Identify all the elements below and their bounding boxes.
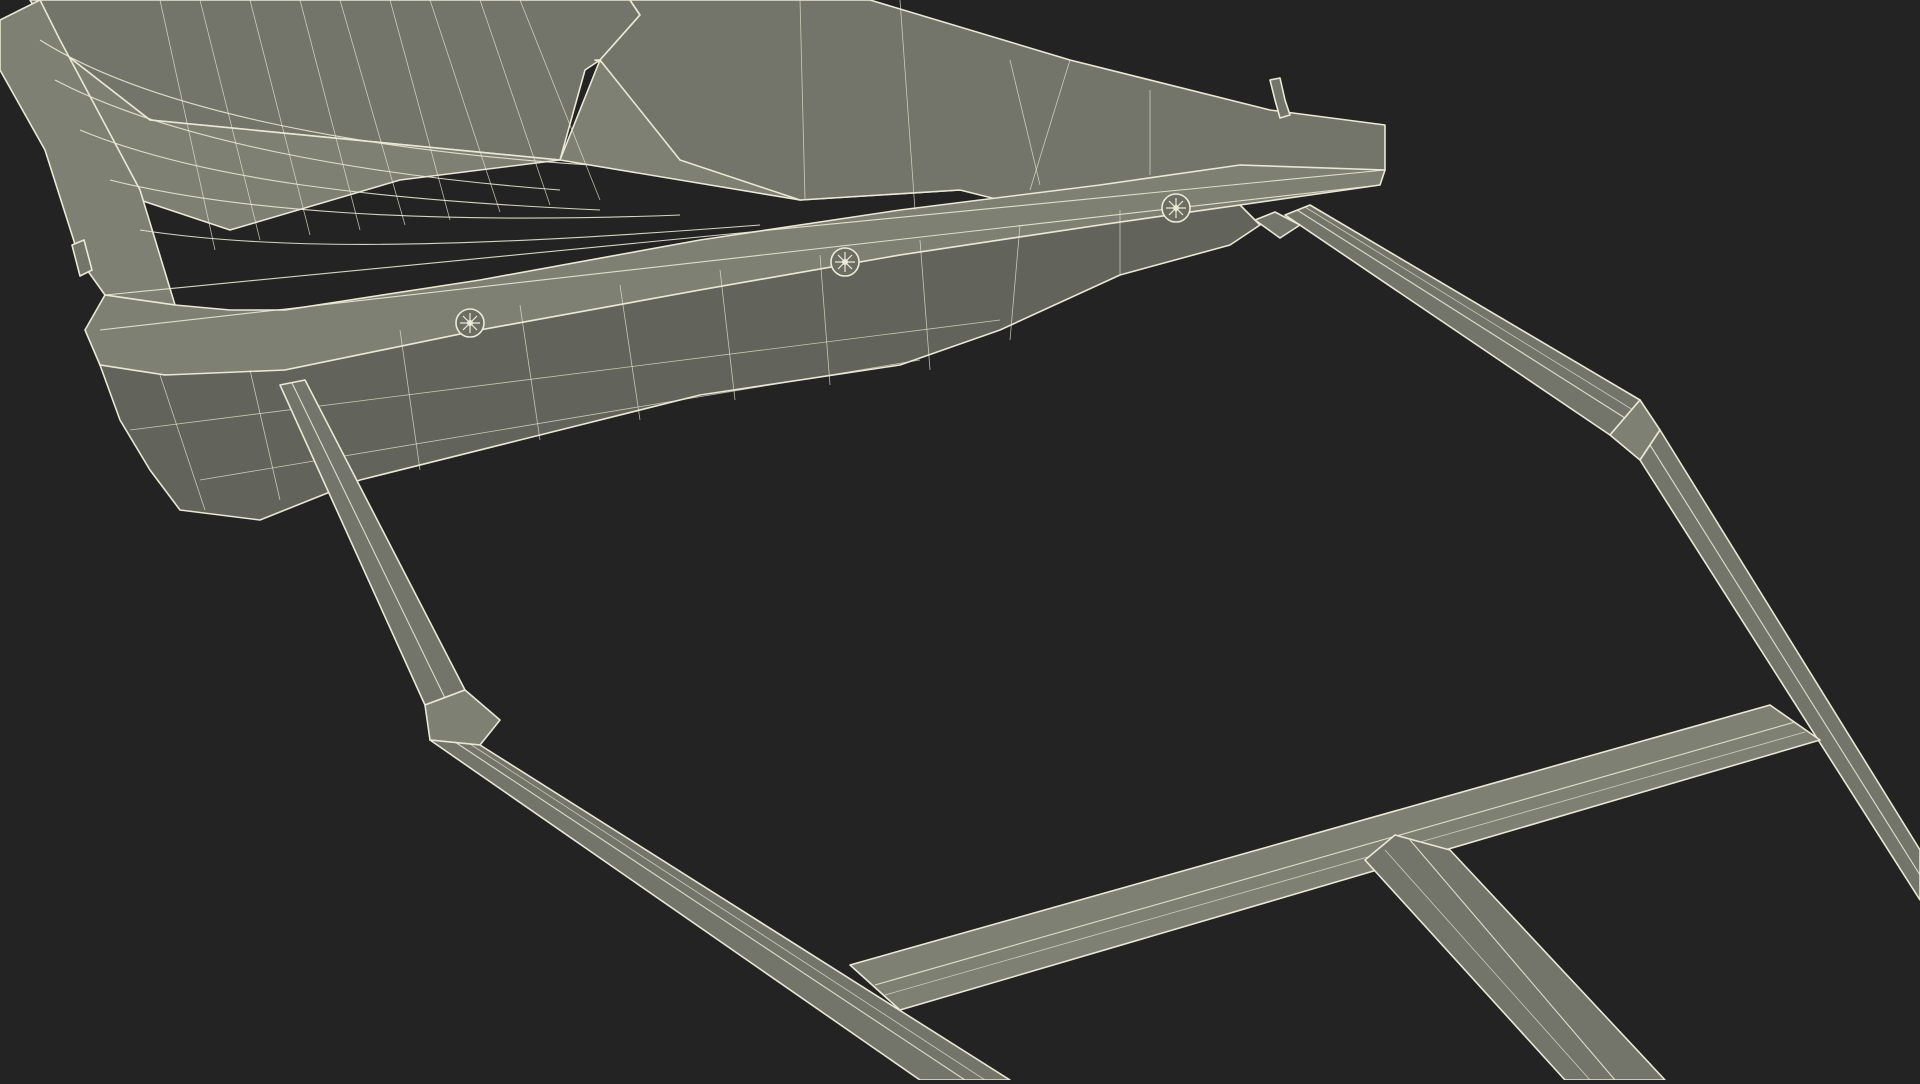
sled-tub (0, 0, 1386, 521)
frame-right-bar-lower (1639, 429, 1920, 901)
wireframe-render-viewport (0, 0, 1920, 1081)
bolt-icon (455, 308, 485, 338)
bolt-icon (830, 247, 860, 277)
frame-left-bar-lower (429, 739, 1011, 1081)
frame-center-spine (1364, 834, 1666, 1081)
sled-wireframe-model (0, 0, 1920, 1081)
bolt-icon (1161, 193, 1191, 223)
frame-right-bar-upper (1284, 204, 1641, 436)
frame-cross-bar (849, 704, 1821, 1011)
